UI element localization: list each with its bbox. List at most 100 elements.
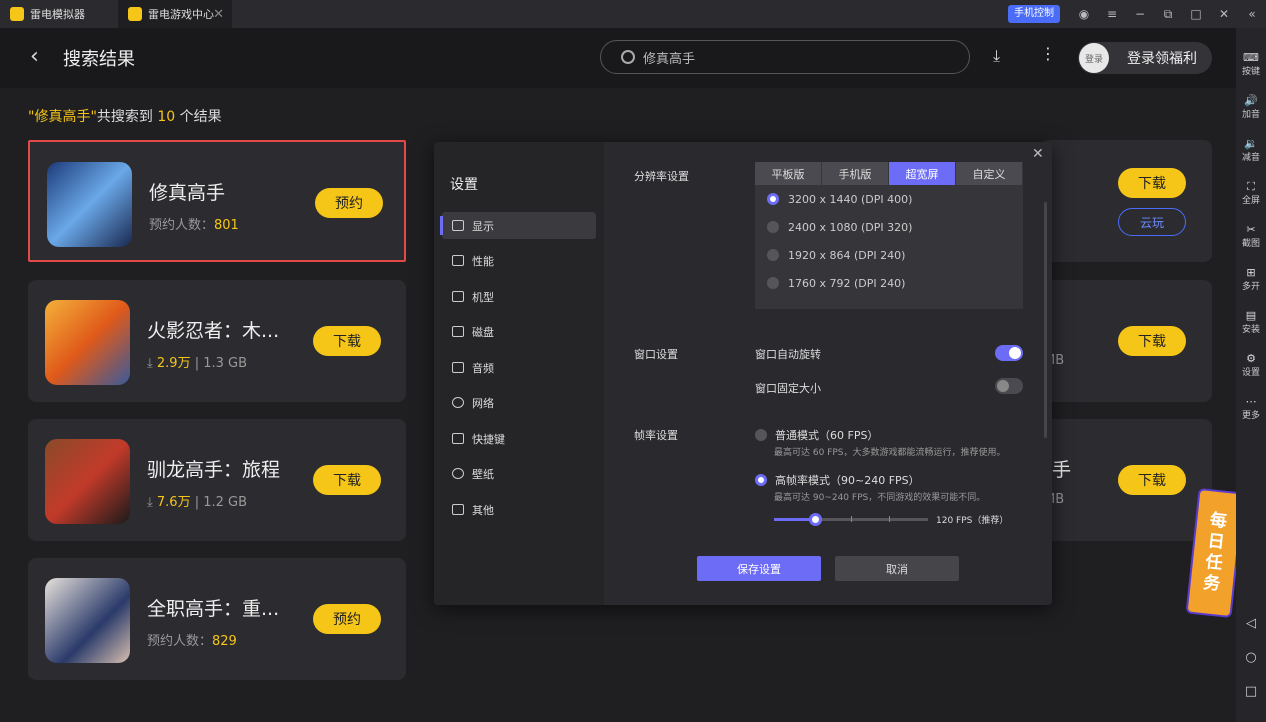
radio[interactable] bbox=[767, 277, 779, 289]
normal-mode-option[interactable]: 普通模式（60 FPS） bbox=[755, 427, 878, 443]
resolution-option[interactable]: 3200 x 1440 (DPI 400) bbox=[755, 185, 1023, 213]
download-button[interactable]: 下载 bbox=[313, 465, 381, 495]
more-icon[interactable]: ⋮ bbox=[1040, 44, 1056, 63]
tab-custom[interactable]: 自定义 bbox=[956, 162, 1023, 185]
login-button[interactable]: 登录 登录领福利 bbox=[1078, 42, 1212, 74]
nav-label: 机型 bbox=[472, 290, 494, 304]
game-thumbnail bbox=[45, 300, 130, 385]
phone-control-button[interactable]: 手机控制 bbox=[1008, 5, 1060, 23]
meta-sep: | bbox=[190, 495, 204, 510]
tab-phone[interactable]: 手机版 bbox=[822, 162, 889, 185]
nav-network[interactable]: 网络 bbox=[442, 389, 596, 416]
nav-display[interactable]: 显示 bbox=[440, 212, 596, 239]
nav-performance[interactable]: 性能 bbox=[442, 247, 596, 274]
daily-char: 日 bbox=[1206, 531, 1226, 553]
resolution-option[interactable]: 1760 x 792 (DPI 240) bbox=[755, 269, 1023, 297]
sidebar-volume-up[interactable]: 🔊 加音 bbox=[1236, 85, 1266, 128]
sidebar-multi-instance[interactable]: ⊞ 多开 bbox=[1236, 257, 1266, 300]
resolution-text: 3200 x 1440 (DPI 400) bbox=[788, 192, 913, 206]
result-card-right[interactable]: B 下载 云玩 bbox=[1040, 140, 1212, 262]
page-title: 搜索结果 bbox=[63, 49, 135, 70]
close-icon[interactable]: ✕ bbox=[1032, 146, 1044, 162]
nav-model[interactable]: 机型 bbox=[442, 283, 596, 310]
result-card[interactable]: 修真高手 预约人数：801 预约 bbox=[28, 140, 406, 262]
tab-tablet[interactable]: 平板版 bbox=[755, 162, 822, 185]
auto-rotate-toggle[interactable] bbox=[995, 345, 1023, 361]
tab-ultrawide[interactable]: 超宽屏 bbox=[889, 162, 956, 185]
maximize-icon[interactable]: □ bbox=[1182, 7, 1210, 21]
result-card[interactable]: 全职高手：重... 预约人数：829 预约 bbox=[28, 558, 406, 680]
nav-wallpaper[interactable]: 壁纸 bbox=[442, 460, 596, 487]
fixed-size-label: 窗口固定大小 bbox=[755, 382, 821, 395]
save-button[interactable]: 保存设置 bbox=[697, 556, 821, 581]
sidebar-volume-down[interactable]: 🔉 减音 bbox=[1236, 128, 1266, 171]
tab-close-icon[interactable]: ✕ bbox=[213, 7, 224, 22]
window-label: 窗口设置 bbox=[634, 348, 678, 361]
restore-icon[interactable]: ⧉ bbox=[1154, 7, 1182, 22]
menu-icon[interactable]: ≡ bbox=[1098, 7, 1126, 21]
volume-up-icon: 🔊 bbox=[1244, 93, 1258, 107]
android-recents-icon[interactable]: □ bbox=[1236, 684, 1266, 699]
fps-slider[interactable] bbox=[774, 513, 928, 526]
search-box[interactable] bbox=[600, 40, 970, 74]
cloud-play-button[interactable]: 云玩 bbox=[1118, 208, 1186, 236]
settings-dialog: 设置 显示 性能 机型 磁盘 音频 网络 快捷键 壁纸 其他 ✕ 分辨率设置 平… bbox=[434, 142, 1052, 605]
resolution-tabs: 平板版 手机版 超宽屏 自定义 bbox=[755, 162, 1023, 185]
download-button[interactable]: 下载 bbox=[1118, 326, 1186, 356]
scrollbar[interactable] bbox=[1044, 202, 1047, 438]
nav-label: 显示 bbox=[472, 219, 494, 233]
resolution-option[interactable]: 2400 x 1080 (DPI 320) bbox=[755, 213, 1023, 241]
nav-disk[interactable]: 磁盘 bbox=[442, 318, 596, 345]
high-fps-option[interactable]: 高帧率模式（90~240 FPS） bbox=[755, 472, 920, 488]
game-center-logo-icon bbox=[128, 7, 142, 21]
game-meta: ⤓ 2.9万 | 1.3 GB bbox=[147, 352, 247, 371]
sidebar-keymap[interactable]: ⌨ 按键 bbox=[1236, 42, 1266, 85]
radio-selected[interactable] bbox=[767, 193, 779, 205]
search-input[interactable] bbox=[643, 49, 943, 65]
slider-thumb[interactable] bbox=[809, 513, 822, 526]
result-card[interactable]: 驯龙高手：旅程 ⤓ 7.6万 | 1.2 GB 下载 bbox=[28, 419, 406, 541]
back-icon[interactable]: ‹ bbox=[30, 44, 39, 69]
minimize-to-tray-icon[interactable]: − bbox=[1126, 7, 1154, 21]
nav-label: 其他 bbox=[472, 503, 494, 517]
tab-game-center[interactable]: 雷电游戏中心 ✕ bbox=[118, 0, 232, 28]
reserve-button[interactable]: 预约 bbox=[315, 188, 383, 218]
download-icon[interactable]: ⤓ bbox=[993, 46, 1000, 66]
download-button[interactable]: 下载 bbox=[313, 326, 381, 356]
result-card-right[interactable]: 手 MB 下载 bbox=[1040, 419, 1212, 541]
tab-emulator[interactable]: 雷电模拟器 bbox=[0, 0, 118, 28]
meta-sep: | bbox=[190, 356, 204, 371]
download-count-icon: ⤓ bbox=[147, 356, 157, 371]
sidebar-screenshot[interactable]: ✂ 截图 bbox=[1236, 214, 1266, 257]
nav-label: 壁纸 bbox=[472, 467, 494, 481]
result-card-right[interactable]: MB 下载 bbox=[1040, 280, 1212, 402]
fixed-size-toggle[interactable] bbox=[995, 378, 1023, 394]
radio-selected[interactable] bbox=[755, 474, 767, 486]
nav-audio[interactable]: 音频 bbox=[442, 354, 596, 381]
cancel-button[interactable]: 取消 bbox=[835, 556, 959, 581]
resolution-option[interactable]: 1920 x 864 (DPI 240) bbox=[755, 241, 1023, 269]
sidebar-more[interactable]: ⋯ 更多 bbox=[1236, 386, 1266, 429]
download-button[interactable]: 下载 bbox=[1118, 465, 1186, 495]
radio[interactable] bbox=[755, 429, 767, 441]
meta-value: 2.9万 bbox=[156, 356, 191, 371]
android-back-icon[interactable]: ◁ bbox=[1236, 616, 1266, 631]
result-card[interactable]: 火影忍者：木... ⤓ 2.9万 | 1.3 GB 下载 bbox=[28, 280, 406, 402]
nav-other[interactable]: 其他 bbox=[442, 496, 596, 523]
meta-label: 预约人数： bbox=[149, 218, 215, 233]
android-home-icon[interactable]: ○ bbox=[1236, 650, 1266, 665]
sidebar-install[interactable]: ▤ 安装 bbox=[1236, 300, 1266, 343]
account-icon[interactable]: ◉ bbox=[1070, 7, 1098, 21]
game-meta: 预约人数：801 bbox=[149, 214, 239, 233]
sidebar-fullscreen[interactable]: ⛶ 全屏 bbox=[1236, 171, 1266, 214]
download-button[interactable]: 下载 bbox=[1118, 168, 1186, 198]
nav-shortcuts[interactable]: 快捷键 bbox=[442, 425, 596, 452]
collapse-sidebar-icon[interactable]: « bbox=[1238, 7, 1266, 21]
reserve-button[interactable]: 预约 bbox=[313, 604, 381, 634]
high-mode-desc: 最高可达 90~240 FPS，不同游戏的效果可能不同。 bbox=[774, 493, 986, 503]
close-window-icon[interactable]: ✕ bbox=[1210, 7, 1238, 21]
high-mode-label: 高帧率模式（90~240 FPS） bbox=[775, 474, 920, 487]
sidebar-settings[interactable]: ⚙ 设置 bbox=[1236, 343, 1266, 386]
radio[interactable] bbox=[767, 221, 779, 233]
radio[interactable] bbox=[767, 249, 779, 261]
